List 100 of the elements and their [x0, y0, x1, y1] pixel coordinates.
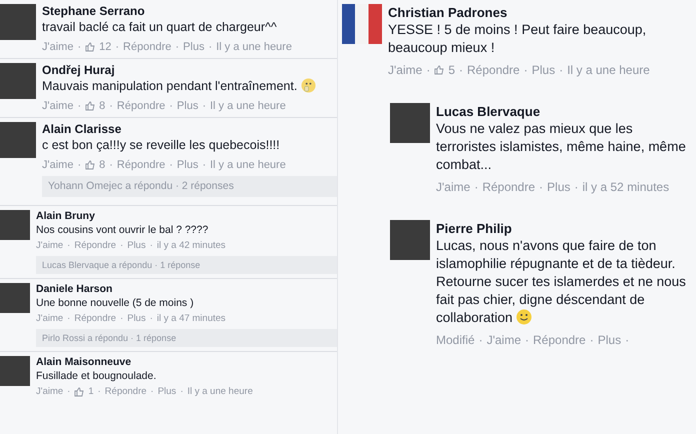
separator: · — [202, 158, 206, 172]
thumbs-up-icon — [85, 160, 96, 170]
separator: · — [77, 99, 82, 113]
avatar-photo[interactable] — [0, 122, 36, 158]
separator: · — [175, 40, 180, 54]
action-link[interactable]: J'aime — [388, 61, 422, 79]
separator: · — [525, 332, 529, 349]
timestamp: Il y a une heure — [210, 99, 286, 113]
author-name[interactable]: Ondřej Huraj — [42, 63, 115, 78]
separator: · — [169, 158, 173, 172]
author-name[interactable]: Alain Maisonneuve — [36, 356, 132, 369]
timestamp: il y a 42 minutes — [156, 240, 226, 252]
action-link[interactable]: J'aime — [36, 240, 64, 252]
separator: · — [120, 240, 124, 252]
separator: · — [67, 313, 70, 325]
comment-text: Nos cousins vont ouvrir le bal ? ???? — [36, 223, 210, 237]
replies-link[interactable]: Yohann Omejec a répondu · 2 réponses — [42, 176, 337, 197]
like-count: 1 — [88, 386, 94, 398]
comment-text: c est bon ça!!!y se reveille les quebecois!!!! — [42, 137, 281, 154]
action-link[interactable]: Plus — [598, 331, 622, 349]
separator: · — [202, 99, 206, 113]
author-name[interactable]: Daniele Harson — [36, 283, 112, 296]
thumbs-up-icon — [85, 42, 96, 52]
separator: · — [109, 158, 113, 172]
action-link[interactable]: Répondre — [116, 99, 166, 113]
action-link[interactable]: Plus — [127, 240, 146, 252]
avatar-photo[interactable] — [0, 4, 36, 40]
like-count: 12 — [99, 40, 112, 54]
action-link[interactable]: J'aime — [36, 386, 64, 398]
avatar-photo[interactable] — [0, 63, 36, 99]
timestamp: Il y a une heure — [210, 158, 286, 172]
action-link[interactable]: J'aime — [436, 178, 470, 196]
separator: · — [459, 62, 463, 79]
separator: · — [474, 179, 478, 196]
action-link[interactable]: J'aime — [42, 99, 74, 113]
action-link[interactable]: J'aime — [36, 313, 64, 325]
action-link[interactable]: Plus — [532, 61, 556, 79]
flag-picture[interactable] — [342, 4, 382, 44]
separator: · — [150, 240, 153, 252]
author-name[interactable]: Stephane Serrano — [42, 4, 145, 19]
separator: · — [426, 62, 430, 79]
replies-link[interactable]: Lucas Blervaque a répondu · 1 réponse — [36, 256, 337, 274]
action-link[interactable]: Plus — [176, 158, 198, 172]
timestamp: Il y a une heure — [187, 386, 253, 398]
thumbs-up-icon — [74, 387, 84, 397]
action-link[interactable]: Répondre — [104, 386, 147, 398]
action-link[interactable]: Plus — [183, 40, 204, 54]
avatar-photo[interactable] — [0, 283, 30, 313]
comment-text: Mauvais manipulation pendant l'entraînement. — [42, 78, 337, 95]
timestamp: il y a 52 minutes — [582, 179, 670, 196]
action-link[interactable]: Répondre — [482, 178, 536, 196]
separator: · — [574, 179, 578, 196]
separator: · — [524, 62, 528, 79]
action-link[interactable]: Répondre — [533, 331, 586, 349]
action-link[interactable]: Plus — [547, 178, 570, 196]
timestamp: il y a 47 minutes — [156, 313, 226, 325]
action-link[interactable]: Répondre — [74, 313, 116, 325]
author-name[interactable]: Alain Clarisse — [42, 122, 122, 137]
thumbs-up-icon — [85, 101, 96, 111]
action-link[interactable]: Plus — [158, 386, 176, 398]
separator: · — [77, 40, 82, 54]
replies-link[interactable]: Pirlo Rossi a répondu · 1 réponse — [36, 329, 337, 347]
edited-label: Modifié — [436, 332, 475, 349]
separator: · — [625, 332, 630, 349]
separator: · — [208, 40, 212, 54]
timestamp: Il y a une heure — [567, 62, 650, 79]
separator: · — [169, 99, 173, 113]
comment-text: Fusillade et bougnoulade. — [36, 369, 158, 383]
comment-text: travail baclé ca fait un quart de chargeur^^ — [42, 19, 278, 36]
action-link[interactable]: J'aime — [486, 331, 521, 349]
comment-text: Une bonne nouvelle (5 de moins ) — [36, 296, 195, 310]
avatar-photo[interactable] — [390, 103, 430, 143]
action-link[interactable]: J'aime — [42, 40, 74, 54]
action-link[interactable]: Répondre — [116, 158, 166, 172]
avatar-photo[interactable] — [0, 356, 30, 386]
author-name[interactable]: Lucas Blervaque — [436, 103, 540, 120]
separator: · — [590, 332, 594, 349]
action-link[interactable]: Répondre — [467, 61, 520, 79]
action-link[interactable]: Plus — [176, 99, 198, 113]
separator: · — [98, 386, 101, 398]
action-link[interactable]: Plus — [127, 313, 146, 325]
separator: · — [109, 99, 113, 113]
separator: · — [559, 62, 564, 79]
action-link[interactable]: Répondre — [74, 240, 116, 252]
separator: · — [67, 386, 70, 398]
action-link[interactable]: J'aime — [42, 158, 74, 172]
separator: · — [539, 179, 544, 196]
author-name[interactable]: Alain Bruny — [36, 210, 95, 223]
separator: · — [120, 313, 124, 325]
separator: · — [150, 386, 154, 398]
thumbs-up-icon — [434, 65, 444, 75]
separator: · — [180, 386, 184, 398]
avatar-photo[interactable] — [0, 210, 30, 240]
separator: · — [77, 158, 82, 172]
author-name[interactable]: Pierre Philip — [436, 220, 512, 237]
like-count: 8 — [99, 158, 106, 172]
author-name[interactable]: Christian Padrones — [388, 4, 508, 21]
separator: · — [115, 40, 120, 54]
action-link[interactable]: Répondre — [123, 40, 172, 54]
avatar-photo[interactable] — [390, 220, 430, 260]
